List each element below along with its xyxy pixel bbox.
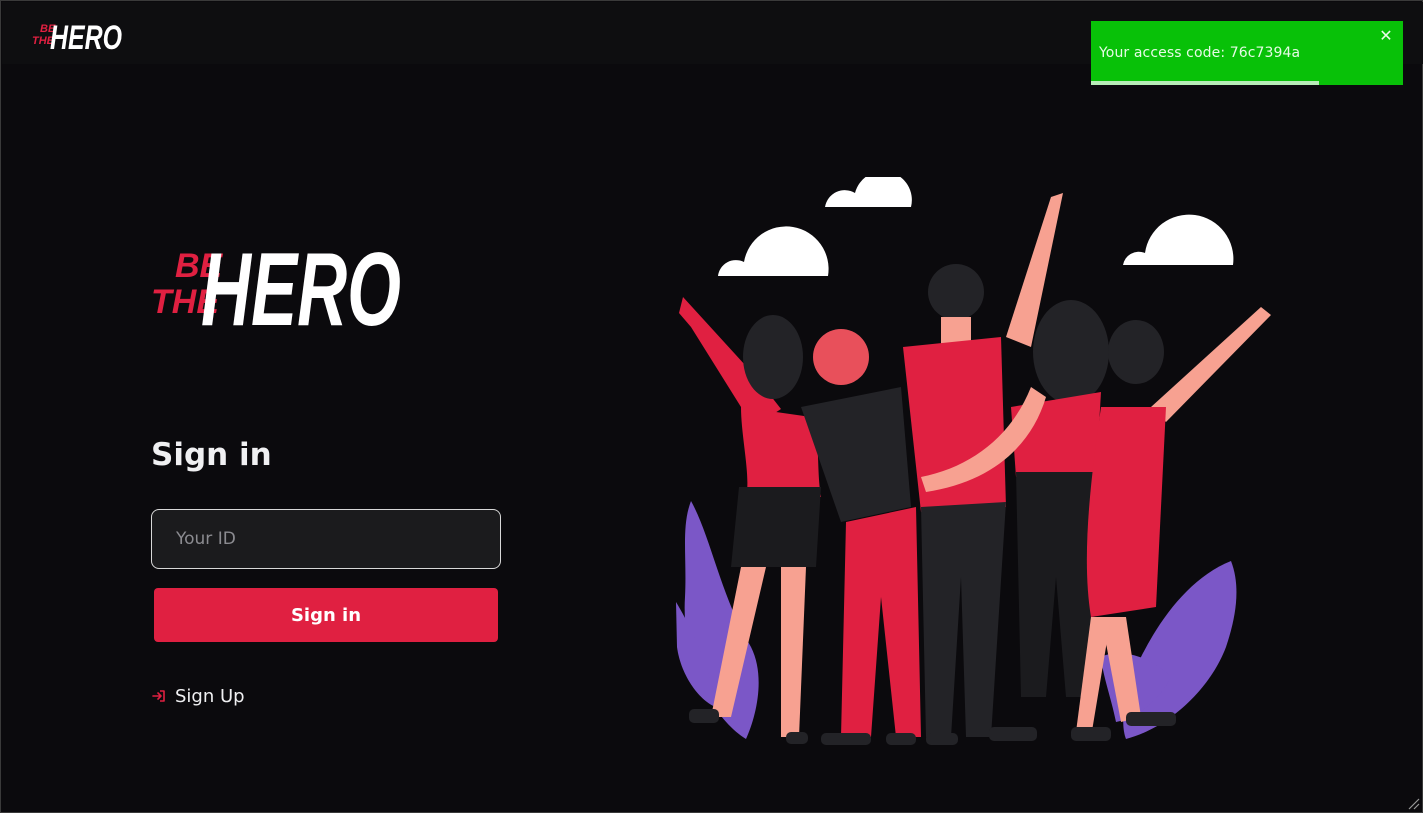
access-code-toast: Your access code: 76c7394a ✕ [1091,21,1403,85]
app-window: BE THE HERO Your access code: 76c7394a ✕… [0,0,1423,813]
sign-in-heading: Sign in [151,437,272,473]
group-of-friends-illustration [676,177,1271,745]
sign-up-link[interactable]: Sign Up [151,685,245,707]
svg-text:HERO: HERO [50,19,122,56]
log-in-icon [152,690,165,702]
your-id-input[interactable] [151,509,501,569]
sign-in-button[interactable]: Sign in [154,588,498,642]
toast-progress-track [1091,81,1403,85]
resize-grip-icon[interactable] [1406,796,1420,810]
sign-up-label: Sign Up [175,685,245,707]
svg-text:HERO: HERO [201,232,401,341]
be-the-hero-logo-small: BE THE HERO [32,19,122,56]
be-the-hero-logo: BE THE HERO [151,232,401,341]
toast-progress-bar [1091,81,1319,85]
close-icon[interactable]: ✕ [1377,27,1395,45]
toast-message: Your access code: 76c7394a [1099,45,1301,61]
